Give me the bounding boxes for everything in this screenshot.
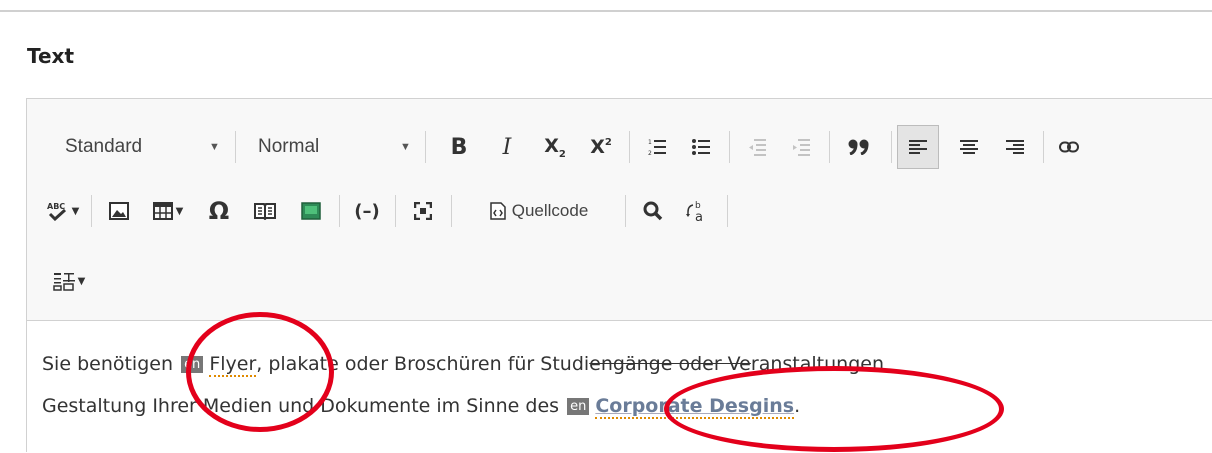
indent-button[interactable] <box>783 125 819 169</box>
superscript-icon: X2 <box>590 136 612 158</box>
bold-button[interactable]: B <box>441 125 477 169</box>
align-left-icon <box>909 140 927 154</box>
toolbar-separator <box>91 195 92 227</box>
align-center-button[interactable] <box>951 125 987 169</box>
toolbar-separator <box>629 131 630 163</box>
find-button[interactable] <box>633 189 673 233</box>
toolbar-separator <box>425 131 426 163</box>
chevron-down-icon: ▼ <box>77 275 86 287</box>
table-button[interactable]: ▼ <box>145 189 191 233</box>
toolbar-separator <box>451 195 452 227</box>
toolbar-row-2: ABC ▼ ▼ Ω (–) Quellcode b a <box>27 189 1212 233</box>
format-combo-value: Normal <box>258 136 320 157</box>
omega-icon: Ω <box>208 197 230 225</box>
align-right-button[interactable] <box>997 125 1033 169</box>
content-line-2: Gestaltung Ihrer Medien und Dokumente im… <box>42 395 801 419</box>
language-tag: en <box>567 398 590 415</box>
flag-icon <box>301 202 321 220</box>
chevron-down-icon: ▼ <box>400 141 411 153</box>
toolbar-separator <box>395 195 396 227</box>
table-icon <box>152 202 173 220</box>
source-icon <box>489 202 506 220</box>
hyphen-icon: (–) <box>354 200 380 222</box>
field-label: Text <box>27 44 75 68</box>
toolbar-separator <box>829 131 830 163</box>
editor-toolbar: Standard ▼ Normal ▼ B I X2 X2 1 2 ABC ▼ … <box>27 99 1212 321</box>
toolbar-separator <box>1043 131 1044 163</box>
search-icon <box>643 201 663 221</box>
link-button[interactable] <box>1051 125 1087 169</box>
book-icon <box>254 203 276 220</box>
toolbar-separator <box>235 131 236 163</box>
spellcheck-icon: ABC <box>47 202 66 221</box>
chevron-down-icon: ▼ <box>175 205 184 217</box>
glossary-button[interactable] <box>245 189 285 233</box>
numbered-list-button[interactable]: 1 2 <box>639 125 675 169</box>
hyphen-button[interactable]: (–) <box>347 189 387 233</box>
toolbar-separator <box>729 131 730 163</box>
editor-content[interactable]: Sie benötigen en Flyer, plakate oder Bros… <box>27 321 1212 453</box>
image-button[interactable] <box>99 189 139 233</box>
toolbar-separator <box>339 195 340 227</box>
bullet-list-icon <box>692 139 710 155</box>
replace-icon: b a <box>686 201 703 222</box>
chevron-down-icon: ▼ <box>209 141 220 153</box>
svg-text:2: 2 <box>648 150 652 156</box>
italic-icon: I <box>502 134 512 160</box>
language-flag-button[interactable] <box>291 189 331 233</box>
indent-icon <box>793 139 810 156</box>
align-center-icon <box>960 140 978 154</box>
subscript-icon: X2 <box>544 134 566 160</box>
italic-button[interactable]: I <box>489 125 525 169</box>
language-tag: en <box>181 356 204 373</box>
svg-text:1: 1 <box>648 139 652 146</box>
source-label: Quellcode <box>511 201 589 220</box>
blockquote-button[interactable] <box>839 125 879 169</box>
foreign-term: Flyer <box>209 353 257 377</box>
top-divider <box>0 10 1212 12</box>
replace-button[interactable]: b a <box>677 189 717 233</box>
superscript-button[interactable]: X2 <box>583 125 619 169</box>
content-line-1: Sie benötigen en Flyer, plakate oder Bros… <box>42 353 884 377</box>
source-button[interactable]: Quellcode <box>459 189 619 233</box>
bullet-list-button[interactable] <box>683 125 719 169</box>
link-icon <box>1059 141 1079 153</box>
align-left-button[interactable] <box>897 125 939 169</box>
foreign-term-link[interactable]: Corporate Desgins <box>595 395 795 419</box>
style-combo-value: Standard <box>65 136 143 157</box>
toolbar-separator <box>891 131 892 163</box>
rich-text-editor: Standard ▼ Normal ▼ B I X2 X2 1 2 ABC ▼ … <box>26 98 1212 453</box>
special-char-button[interactable]: Ω <box>199 189 239 233</box>
maximize-button[interactable] <box>403 189 443 233</box>
svg-text:ABC: ABC <box>47 202 65 211</box>
image-icon <box>109 202 129 220</box>
bold-icon: B <box>450 134 468 160</box>
align-right-icon <box>1006 140 1024 154</box>
language-icon <box>52 273 75 291</box>
svg-text:a: a <box>695 210 703 222</box>
spellcheck-button[interactable]: ABC ▼ <box>41 189 85 233</box>
toolbar-separator <box>727 195 728 227</box>
style-combo[interactable]: Standard ▼ <box>65 125 225 169</box>
subscript-button[interactable]: X2 <box>537 125 573 169</box>
toolbar-row-3: ▼ <box>27 259 1212 303</box>
toolbar-separator <box>625 195 626 227</box>
chevron-down-icon: ▼ <box>71 205 80 217</box>
outdent-button[interactable] <box>739 125 775 169</box>
numbered-list-icon: 1 2 <box>648 139 666 156</box>
outdent-icon <box>749 139 766 156</box>
blockquote-icon <box>848 139 869 155</box>
format-combo[interactable]: Normal ▼ <box>258 125 418 169</box>
maximize-icon <box>414 202 432 220</box>
toolbar-row-1: Standard ▼ Normal ▼ B I X2 X2 1 2 <box>27 125 1212 169</box>
language-button[interactable]: ▼ <box>45 259 93 303</box>
